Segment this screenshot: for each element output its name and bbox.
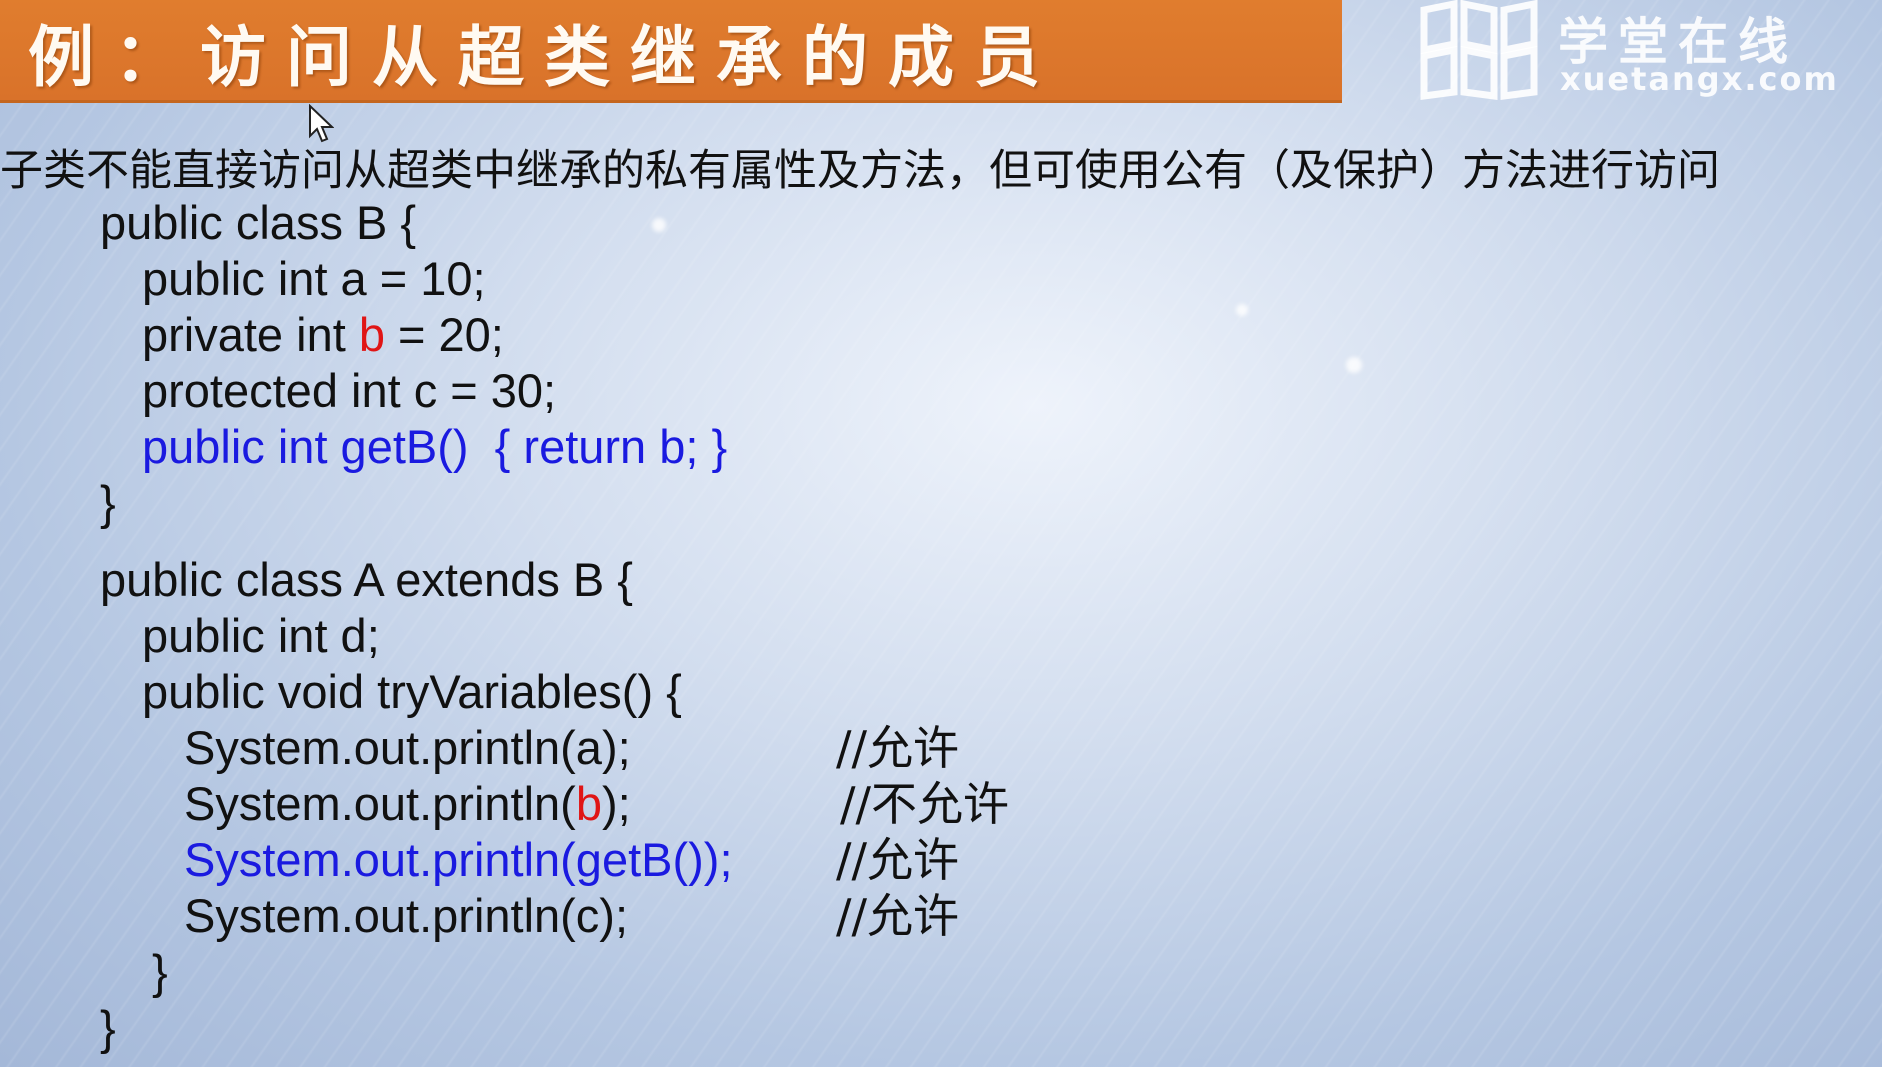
code-line: System.out.println(a);	[184, 721, 631, 774]
subtitle: 子类不能直接访问从超类中继承的私有属性及方法，但可使用公有（及保护）方法进行访问	[0, 146, 1720, 196]
code-line: }	[100, 476, 116, 529]
background-sparkle	[1236, 304, 1248, 316]
code-line: private int b = 20;	[142, 307, 504, 363]
code-line: public class B {	[100, 196, 417, 249]
private-var-b: b	[358, 308, 385, 361]
code-line-getb-method: public int getB() { return b; }	[142, 420, 728, 473]
comment-allow: //允许	[836, 721, 959, 775]
private-var-b: b	[575, 777, 602, 830]
code-text: );	[601, 777, 631, 830]
code-line: public class A extends B {	[100, 553, 633, 606]
title-bar: 例：访问从超类继承的成员	[0, 0, 1342, 103]
code-line: protected int c = 30;	[142, 364, 557, 417]
code-line-getb-call: System.out.println(getB());	[184, 833, 733, 886]
logo-name-en: xuetangx.com	[1560, 60, 1839, 98]
code-text: System.out.println(	[184, 777, 576, 830]
code-line: public void tryVariables() {	[142, 665, 682, 718]
background-sparkle	[652, 218, 666, 232]
background-sparkle	[1346, 357, 1362, 373]
code-line: public int a = 10;	[142, 252, 486, 305]
comment-deny: //不允许	[840, 777, 1009, 831]
book-logo-icon	[1420, 0, 1538, 100]
code-line: }	[152, 945, 168, 998]
xuetangx-logo: 学堂在线 xuetangx.com	[1418, 0, 1848, 100]
code-line: }	[100, 1001, 116, 1054]
code-line: public int d;	[142, 609, 380, 662]
comment-allow: //允许	[836, 833, 959, 887]
slide-title: 例：访问从超类继承的成员	[28, 18, 1060, 96]
code-line: System.out.println(b);	[184, 776, 631, 832]
comment-allow: //允许	[836, 889, 959, 943]
keyword-text: private int	[142, 308, 359, 361]
code-text: = 20;	[384, 308, 504, 361]
code-line: System.out.println(c);	[184, 889, 629, 942]
